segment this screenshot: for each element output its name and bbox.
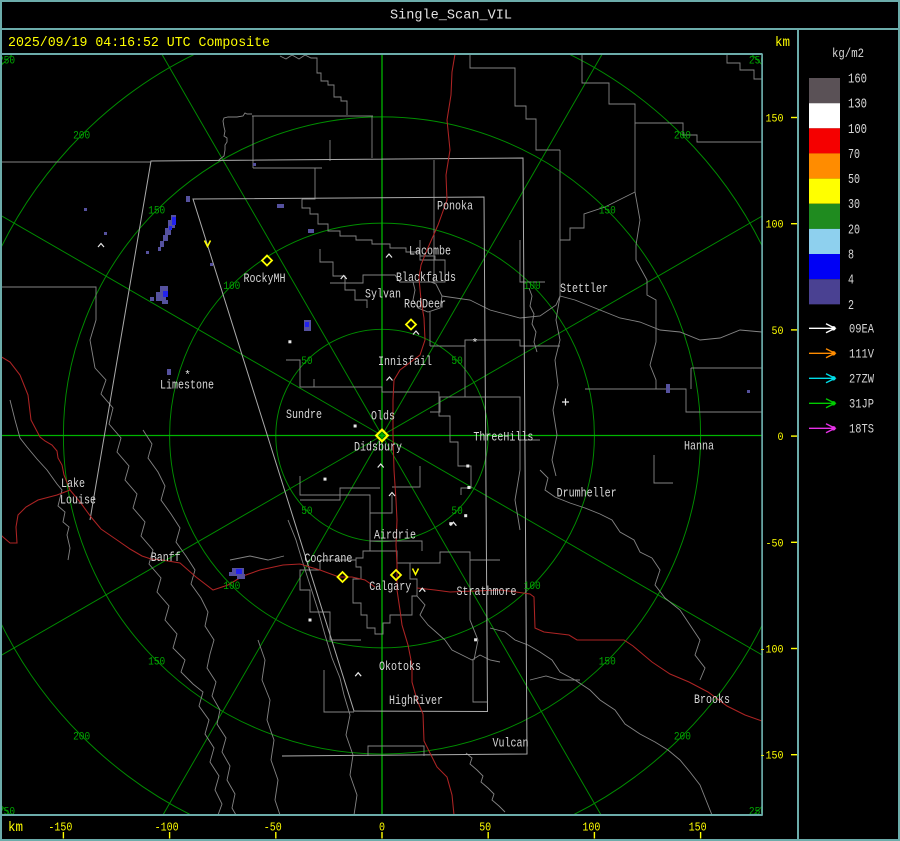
svg-text:50: 50	[301, 506, 312, 518]
svg-text:250: 250	[0, 56, 15, 68]
svg-text:RockyMH: RockyMH	[244, 271, 286, 286]
svg-text:8: 8	[848, 248, 854, 264]
svg-text:31JP: 31JP	[849, 396, 874, 411]
svg-text:Limestone: Limestone	[160, 378, 214, 393]
svg-text:100: 100	[524, 281, 541, 293]
svg-text:Vulcan: Vulcan	[493, 736, 529, 751]
svg-text:50: 50	[301, 356, 312, 368]
svg-text:100: 100	[766, 220, 784, 232]
svg-text:160: 160	[848, 72, 867, 88]
svg-text:Olds: Olds	[371, 409, 395, 424]
svg-text:50: 50	[451, 506, 462, 518]
svg-text:09EA: 09EA	[849, 321, 874, 336]
svg-text:Cochrane: Cochrane	[304, 551, 352, 566]
svg-text:-50: -50	[766, 538, 784, 550]
svg-text:Airdrie: Airdrie	[374, 528, 416, 543]
svg-text:150: 150	[689, 821, 707, 835]
svg-text:0: 0	[778, 432, 784, 444]
svg-text:150: 150	[599, 206, 616, 218]
svg-text:-150: -150	[48, 821, 72, 835]
svg-text:50: 50	[772, 326, 784, 338]
svg-text:Didsbury: Didsbury	[354, 440, 402, 455]
svg-text:130: 130	[848, 97, 867, 113]
svg-text:Strathmore: Strathmore	[457, 584, 517, 599]
svg-text:20: 20	[848, 222, 860, 238]
svg-text:100: 100	[223, 281, 240, 293]
svg-text:Drumheller: Drumheller	[557, 486, 617, 501]
svg-text:Lacombe: Lacombe	[409, 244, 451, 259]
svg-text:30: 30	[848, 197, 860, 213]
svg-text:50: 50	[848, 172, 860, 188]
svg-text:50: 50	[479, 821, 491, 835]
svg-text:18TS: 18TS	[849, 421, 874, 436]
svg-text:-100: -100	[155, 821, 179, 835]
svg-text:Louise: Louise	[60, 493, 96, 508]
svg-text:150: 150	[766, 114, 784, 126]
svg-text:RedDeer: RedDeer	[404, 297, 446, 312]
svg-text:50: 50	[451, 356, 462, 368]
svg-text:Okotoks: Okotoks	[379, 659, 421, 674]
svg-text:100: 100	[848, 122, 867, 138]
svg-text:-150: -150	[760, 751, 784, 763]
svg-text:Banff: Banff	[151, 550, 181, 565]
svg-text:Sylvan: Sylvan	[365, 287, 401, 302]
svg-text:ThreeHills: ThreeHills	[473, 430, 533, 445]
svg-text:200: 200	[674, 731, 691, 743]
svg-text:kg/m2: kg/m2	[832, 46, 864, 61]
svg-text:100: 100	[223, 581, 240, 593]
svg-text:-50: -50	[264, 821, 282, 835]
svg-text:Stettler: Stettler	[560, 281, 608, 296]
svg-text:4: 4	[848, 273, 854, 289]
svg-text:111V: 111V	[849, 346, 874, 361]
svg-text:Single_Scan_VIL: Single_Scan_VIL	[390, 8, 512, 23]
svg-text:Innisfail: Innisfail	[378, 354, 432, 369]
svg-text:Brooks: Brooks	[694, 692, 730, 707]
svg-text:100: 100	[582, 821, 600, 835]
svg-text:150: 150	[148, 206, 165, 218]
svg-text:Blackfalds: Blackfalds	[396, 270, 456, 285]
svg-text:150: 150	[148, 656, 165, 668]
svg-text:*: *	[472, 338, 479, 350]
svg-text:27ZW: 27ZW	[849, 371, 874, 386]
svg-text:200: 200	[73, 131, 90, 143]
svg-text:200: 200	[674, 131, 691, 143]
svg-text:70: 70	[848, 147, 860, 163]
svg-text:100: 100	[524, 581, 541, 593]
svg-text:200: 200	[73, 731, 90, 743]
svg-text:km: km	[8, 821, 23, 836]
svg-text:km: km	[775, 36, 790, 51]
svg-text:Sundre: Sundre	[286, 407, 322, 422]
svg-text:-100: -100	[760, 645, 784, 657]
svg-text:2: 2	[848, 298, 854, 314]
svg-text:Hanna: Hanna	[684, 439, 714, 454]
svg-text:Calgary: Calgary	[369, 579, 411, 594]
svg-text:150: 150	[599, 656, 616, 668]
svg-text:Ponoka: Ponoka	[437, 199, 473, 214]
svg-text:Lake: Lake	[61, 476, 85, 491]
svg-text:2025/09/19 04:16:52 UTC Compos: 2025/09/19 04:16:52 UTC Composite	[8, 36, 270, 51]
svg-text:HighRiver: HighRiver	[389, 693, 443, 708]
